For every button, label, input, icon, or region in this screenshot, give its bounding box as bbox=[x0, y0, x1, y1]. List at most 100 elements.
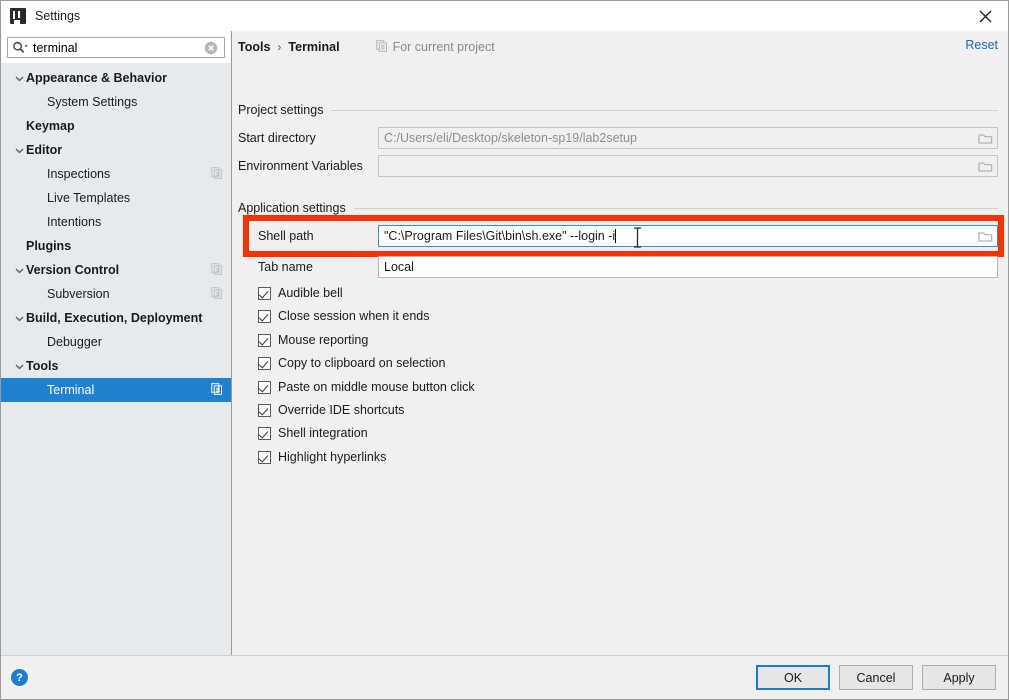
search-input[interactable] bbox=[33, 40, 204, 55]
sidebar-item-keymap[interactable]: Keymap bbox=[1, 114, 231, 138]
start-directory-row: Start directory C:/Users/eli/Desktop/ske… bbox=[238, 127, 998, 149]
shell-path-label: Shell path bbox=[258, 229, 314, 243]
project-settings-title: Project settings bbox=[238, 103, 324, 117]
reset-link[interactable]: Reset bbox=[965, 38, 998, 52]
sidebar-item-build-execution-deployment[interactable]: Build, Execution, Deployment bbox=[1, 306, 231, 330]
folder-icon[interactable] bbox=[976, 157, 995, 175]
sidebar-item-inspections[interactable]: Inspections bbox=[1, 162, 231, 186]
sidebar-item-terminal[interactable]: Terminal bbox=[1, 378, 231, 402]
checkbox-indicator[interactable] bbox=[258, 333, 271, 347]
settings-tree: Appearance & Behavior System Settings Keym… bbox=[1, 63, 231, 655]
section-divider bbox=[353, 207, 998, 209]
shell-path-field[interactable]: "C:\Program Files\Git\bin\sh.exe" --logi… bbox=[378, 225, 998, 247]
sidebar-item-appearance-behavior[interactable]: Appearance & Behavior bbox=[1, 66, 231, 90]
checkbox-paste-on-middle-mouse-button-click[interactable]: Paste on middle mouse button click bbox=[258, 378, 475, 396]
checkbox-indicator[interactable] bbox=[258, 450, 271, 464]
intellij-idea-icon bbox=[10, 8, 26, 24]
checkbox-indicator[interactable] bbox=[258, 403, 271, 417]
checkbox-label: Copy to clipboard on selection bbox=[278, 356, 446, 370]
checkbox-close-session-when-it-ends[interactable]: Close session when it ends bbox=[258, 307, 429, 325]
sidebar-item-intentions[interactable]: Intentions bbox=[1, 210, 231, 234]
settings-sidebar: Appearance & Behavior System Settings Keym… bbox=[1, 31, 232, 655]
module-icon bbox=[211, 382, 223, 398]
sidebar-item-label: Editor bbox=[26, 143, 63, 157]
clear-icon[interactable] bbox=[204, 41, 218, 55]
checkbox-highlight-hyperlinks[interactable]: Highlight hyperlinks bbox=[258, 448, 386, 466]
sidebar-item-editor[interactable]: Editor bbox=[1, 138, 231, 162]
sidebar-item-label: Live Templates bbox=[47, 191, 131, 205]
sidebar-item-label: Subversion bbox=[47, 287, 110, 301]
settings-dialog: Settings terminal Appearance & Behavior … bbox=[0, 0, 1009, 700]
environment-variables-field[interactable] bbox=[378, 155, 998, 177]
sidebar-item-label: Version Control bbox=[26, 263, 120, 277]
close-icon[interactable] bbox=[962, 1, 1008, 31]
sidebar-item-plugins[interactable]: Plugins bbox=[1, 234, 231, 258]
help-icon[interactable]: ? bbox=[11, 669, 28, 686]
sidebar-item-tools[interactable]: Tools bbox=[1, 354, 231, 378]
sidebar-item-label: Inspections bbox=[47, 167, 111, 181]
sidebar-item-label: System Settings bbox=[47, 95, 138, 109]
shell-path-value: "C:\Program Files\Git\bin\sh.exe" --logi… bbox=[384, 229, 617, 243]
checkbox-label: Close session when it ends bbox=[278, 309, 430, 323]
chevron-down-icon[interactable] bbox=[12, 258, 26, 282]
sidebar-item-subversion[interactable]: Subversion bbox=[1, 282, 231, 306]
chevron-down-icon[interactable] bbox=[12, 306, 26, 330]
breadcrumb-parent[interactable]: Tools bbox=[238, 40, 270, 54]
breadcrumb-separator: › bbox=[277, 40, 282, 54]
search-box[interactable] bbox=[7, 37, 225, 58]
module-icon bbox=[211, 262, 223, 278]
environment-variables-label: Environment Variables bbox=[238, 159, 363, 173]
scope-note: For current project bbox=[375, 39, 495, 55]
start-directory-value: C:/Users/eli/Desktop/skeleton-sp19/lab2s… bbox=[384, 131, 637, 145]
apply-button[interactable]: Apply bbox=[922, 665, 996, 690]
sidebar-item-label: Build, Execution, Deployment bbox=[26, 311, 203, 325]
chevron-down-icon[interactable] bbox=[12, 138, 26, 162]
sidebar-item-label: Intentions bbox=[47, 215, 102, 229]
start-directory-label: Start directory bbox=[238, 131, 316, 145]
sidebar-item-label: Plugins bbox=[26, 239, 72, 253]
checkbox-shell-integration[interactable]: Shell integration bbox=[258, 424, 368, 442]
ok-button[interactable]: OK bbox=[756, 665, 830, 690]
checkbox-indicator[interactable] bbox=[258, 426, 271, 440]
environment-variables-row: Environment Variables bbox=[238, 155, 998, 177]
tab-name-value: Local bbox=[384, 260, 414, 274]
checkbox-override-ide-shortcuts[interactable]: Override IDE shortcuts bbox=[258, 401, 404, 419]
checkbox-label: Shell integration bbox=[278, 426, 368, 440]
dialog-body: Appearance & Behavior System Settings Keym… bbox=[1, 31, 1008, 655]
module-icon bbox=[211, 286, 223, 302]
application-settings-section-header: Application settings bbox=[238, 201, 998, 215]
checkbox-indicator[interactable] bbox=[258, 286, 271, 300]
search-icon bbox=[12, 41, 29, 54]
search-row bbox=[1, 31, 231, 63]
sidebar-item-label: Tools bbox=[26, 359, 59, 373]
checkbox-indicator[interactable] bbox=[258, 356, 271, 370]
sidebar-item-system-settings[interactable]: System Settings bbox=[1, 90, 231, 114]
checkbox-indicator[interactable] bbox=[258, 309, 271, 323]
title-bar: Settings bbox=[1, 1, 1008, 31]
module-icon bbox=[375, 39, 388, 55]
tab-name-label: Tab name bbox=[258, 260, 313, 274]
checkbox-mouse-reporting[interactable]: Mouse reporting bbox=[258, 331, 368, 349]
sidebar-item-version-control[interactable]: Version Control bbox=[1, 258, 231, 282]
sidebar-item-live-templates[interactable]: Live Templates bbox=[1, 186, 231, 210]
settings-content: Tools › Terminal For current project Res… bbox=[232, 31, 1008, 655]
cancel-button[interactable]: Cancel bbox=[839, 665, 913, 690]
breadcrumb-current: Terminal bbox=[288, 40, 340, 54]
folder-icon[interactable] bbox=[976, 227, 995, 245]
start-directory-field[interactable]: C:/Users/eli/Desktop/skeleton-sp19/lab2s… bbox=[378, 127, 998, 149]
project-settings-section-header: Project settings bbox=[238, 103, 998, 117]
tab-name-field[interactable]: Local bbox=[378, 256, 998, 278]
checkbox-audible-bell[interactable]: Audible bell bbox=[258, 284, 343, 302]
chevron-down-icon[interactable] bbox=[12, 354, 26, 378]
checkbox-label: Mouse reporting bbox=[278, 333, 369, 347]
checkbox-label: Highlight hyperlinks bbox=[278, 450, 387, 464]
breadcrumb: Tools › Terminal For current project bbox=[238, 37, 495, 57]
sidebar-item-debugger[interactable]: Debugger bbox=[1, 330, 231, 354]
scope-note-label: For current project bbox=[392, 40, 495, 54]
sidebar-item-label: Appearance & Behavior bbox=[26, 71, 168, 85]
folder-icon[interactable] bbox=[976, 129, 995, 147]
checkbox-indicator[interactable] bbox=[258, 380, 271, 394]
chevron-down-icon[interactable] bbox=[12, 66, 26, 90]
checkbox-label: Paste on middle mouse button click bbox=[278, 380, 475, 394]
checkbox-copy-to-clipboard-on-selection[interactable]: Copy to clipboard on selection bbox=[258, 354, 445, 372]
